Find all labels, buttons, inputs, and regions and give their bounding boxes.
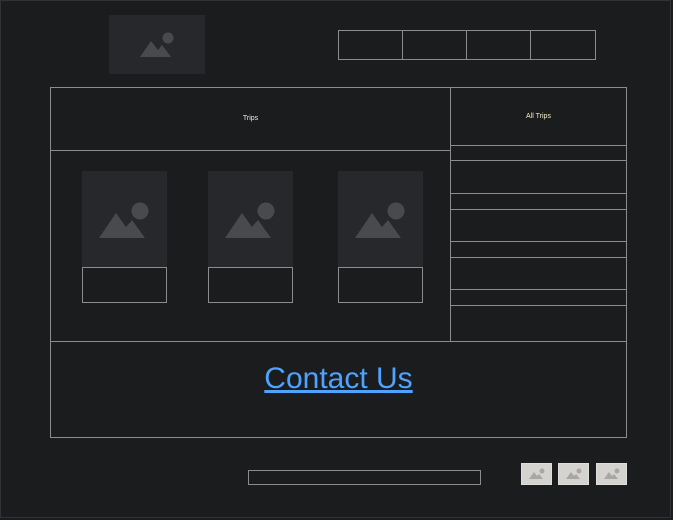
trip-card-1-image[interactable] bbox=[82, 171, 167, 268]
logo-image[interactable] bbox=[109, 15, 205, 74]
image-placeholder-icon bbox=[98, 202, 148, 238]
footer-input[interactable] bbox=[248, 470, 481, 485]
all-trips-title: All Trips bbox=[526, 113, 551, 120]
all-trips-divider-8 bbox=[451, 305, 626, 306]
nav-item-2[interactable] bbox=[402, 30, 467, 60]
image-placeholder-icon bbox=[603, 468, 619, 479]
trip-card-3-image[interactable] bbox=[338, 171, 423, 268]
all-trips-divider-5 bbox=[451, 241, 626, 242]
trip-card-2-image[interactable] bbox=[208, 171, 293, 268]
all-trips-divider-7 bbox=[451, 289, 626, 290]
nav-item-1[interactable] bbox=[338, 30, 403, 60]
all-trips-divider-2 bbox=[451, 160, 626, 161]
contact-us-link[interactable]: Contact Us bbox=[51, 362, 626, 396]
trips-title: Trips bbox=[242, 115, 259, 122]
social-icon-1[interactable] bbox=[521, 463, 552, 485]
image-placeholder-icon bbox=[354, 202, 404, 238]
all-trips-divider-1 bbox=[451, 145, 626, 146]
trip-card-1-caption[interactable] bbox=[82, 267, 167, 303]
nav-item-4[interactable] bbox=[530, 30, 596, 60]
social-icon-2[interactable] bbox=[558, 463, 589, 485]
all-trips-divider-3 bbox=[451, 193, 626, 194]
nav-item-3[interactable] bbox=[466, 30, 531, 60]
social-icon-3[interactable] bbox=[596, 463, 627, 485]
trips-header-divider bbox=[51, 150, 450, 151]
contact-divider bbox=[51, 341, 626, 342]
image-placeholder-icon bbox=[528, 468, 544, 479]
image-placeholder-icon bbox=[140, 32, 174, 57]
trip-card-2-caption[interactable] bbox=[208, 267, 293, 303]
image-placeholder-icon bbox=[565, 468, 581, 479]
all-trips-divider-4 bbox=[451, 209, 626, 210]
trip-card-3-caption[interactable] bbox=[338, 267, 423, 303]
all-trips-divider-6 bbox=[451, 257, 626, 258]
image-placeholder-icon bbox=[224, 202, 274, 238]
